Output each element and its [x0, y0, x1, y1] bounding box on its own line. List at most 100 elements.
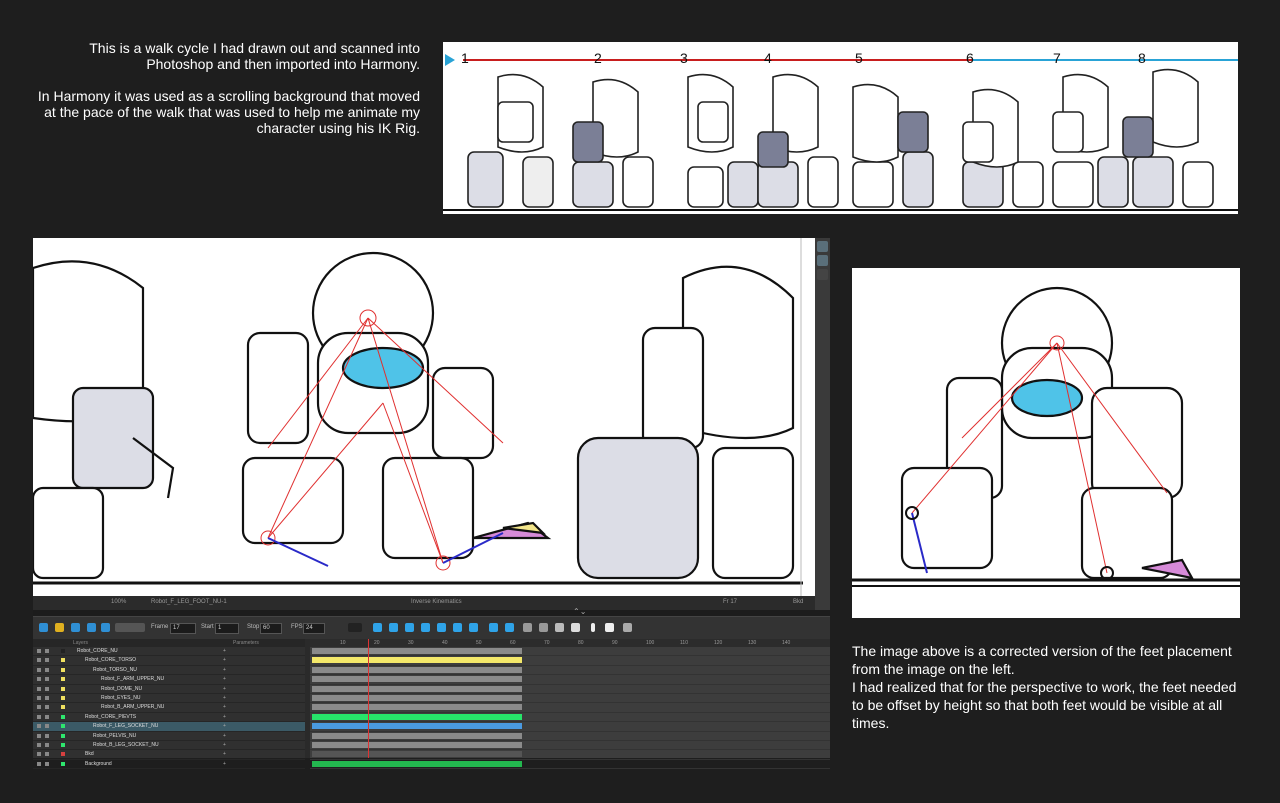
add-parameter-icon[interactable]: + [223, 685, 226, 693]
add-parameter-icon[interactable]: + [223, 694, 226, 702]
layer-row[interactable]: Robot_CORE_PIEVTS + [33, 713, 305, 723]
playback-speed-slider[interactable] [115, 623, 145, 632]
timeline-track[interactable] [310, 685, 830, 694]
layer-color-swatch[interactable] [61, 649, 65, 653]
add-parameter-icon[interactable]: + [223, 732, 226, 740]
exposure-bar[interactable] [312, 723, 522, 730]
exposure-bar[interactable] [312, 648, 522, 654]
add-parameter-icon[interactable]: + [223, 703, 226, 711]
exposure-bar[interactable] [312, 741, 522, 748]
exposure-bar[interactable] [312, 713, 522, 720]
add-parameter-icon[interactable]: + [223, 666, 226, 674]
insert-frame-icon[interactable] [437, 623, 446, 632]
exposure-bar[interactable] [312, 760, 522, 767]
layer-color-swatch[interactable] [61, 733, 65, 738]
layer-row[interactable]: Robot_B_LEG_SOCKET_NU + [33, 741, 305, 751]
visibility-icon[interactable] [37, 667, 41, 672]
add-parameter-icon[interactable]: + [223, 713, 226, 721]
add-parameter-icon[interactable]: + [223, 675, 226, 683]
last-frame-icon[interactable] [101, 623, 110, 632]
marker-icon[interactable] [555, 623, 564, 632]
frame-ruler[interactable]: 10 20 30 40 50 60 70 80 90 100 110 120 130 140 [310, 639, 830, 647]
layer-color-swatch[interactable] [61, 667, 65, 672]
exposure-bar[interactable] [312, 657, 522, 664]
layer-color-swatch[interactable] [61, 658, 65, 663]
add-keyframe-icon[interactable] [373, 623, 382, 632]
visibility-icon[interactable] [37, 752, 41, 757]
visibility-icon[interactable] [37, 714, 41, 719]
timeline-track[interactable] [310, 675, 830, 685]
visibility-icon[interactable] [37, 686, 41, 691]
zoom-level[interactable]: 100% [111, 599, 126, 605]
lock-icon[interactable] [45, 677, 49, 682]
layer-row[interactable]: Background + [33, 760, 305, 770]
exposure-bar[interactable] [312, 751, 522, 758]
layer-row[interactable]: Bkd + [33, 750, 305, 760]
lock-icon[interactable] [45, 742, 49, 747]
layer-color-swatch[interactable] [61, 724, 65, 729]
add-parameter-icon[interactable]: + [223, 760, 226, 768]
exposure-bar[interactable] [312, 694, 522, 701]
play-icon[interactable] [39, 623, 48, 632]
playhead[interactable] [368, 639, 369, 758]
layer-color-swatch[interactable] [61, 695, 65, 700]
layer-row[interactable]: Robot_PELVIS_NU + [33, 732, 305, 741]
layer-row[interactable]: Robot_DOME_NU + [33, 685, 305, 694]
camera-viewport[interactable] [33, 238, 815, 596]
remove-keyframe-icon[interactable] [389, 623, 398, 632]
stop-motion-keyframe-icon[interactable] [421, 623, 430, 632]
expand-icon[interactable] [469, 623, 478, 632]
start-field[interactable]: 1 [215, 623, 239, 634]
lock-icon[interactable] [45, 714, 49, 719]
onion-skin-icon[interactable] [348, 623, 362, 632]
layer-row[interactable]: Robot_B_ARM_UPPER_NU + [33, 703, 305, 713]
visibility-icon[interactable] [37, 733, 41, 738]
visibility-icon[interactable] [37, 742, 41, 747]
timeline-track[interactable] [310, 647, 830, 657]
layer-row[interactable]: Robot_CORE_TORSO + [33, 656, 305, 666]
timeline-track[interactable] [310, 656, 830, 666]
layer-row[interactable]: Robot_TORSO_NU + [33, 666, 305, 676]
motion-keyframe-icon[interactable] [405, 623, 414, 632]
frame-field[interactable]: 17 [170, 623, 196, 634]
layer-color-swatch[interactable] [61, 752, 65, 757]
layer-color-swatch[interactable] [61, 761, 65, 766]
visibility-icon[interactable] [37, 649, 41, 653]
stop-field[interactable]: 60 [260, 623, 282, 634]
thumbnail-icon[interactable] [605, 623, 614, 632]
lock-icon[interactable] [45, 686, 49, 691]
splitter-arrows-icon[interactable]: ⌃⌄ [573, 607, 586, 616]
layer-color-swatch[interactable] [61, 714, 65, 719]
layer-color-swatch[interactable] [61, 705, 65, 710]
visibility-icon[interactable] [37, 761, 41, 766]
lock-icon[interactable] [45, 695, 49, 700]
add-parameter-icon[interactable]: + [223, 750, 226, 758]
lock-icon[interactable] [45, 667, 49, 672]
add-parameter-icon[interactable]: + [223, 741, 226, 749]
timeline-track[interactable] [310, 722, 830, 732]
zoom-icon[interactable] [623, 623, 632, 632]
exposure-bar[interactable] [312, 732, 522, 739]
timeline-track[interactable] [310, 732, 830, 741]
layer-color-swatch[interactable] [61, 742, 65, 747]
visibility-icon[interactable] [37, 724, 41, 729]
add-parameter-icon[interactable]: + [223, 647, 226, 655]
ease-icon[interactable] [453, 623, 462, 632]
sound-icon[interactable] [71, 623, 80, 632]
fill-empty-icon[interactable] [539, 623, 548, 632]
first-frame-icon[interactable] [87, 623, 96, 632]
timeline-track[interactable] [310, 713, 830, 723]
lock-icon[interactable] [45, 761, 49, 766]
exposure-bar[interactable] [312, 676, 522, 683]
settings-icon[interactable] [817, 269, 828, 280]
layer-color-swatch[interactable] [61, 677, 65, 682]
display-icon[interactable] [571, 623, 580, 632]
exposure-bar[interactable] [312, 704, 522, 711]
visibility-icon[interactable] [37, 658, 41, 663]
visibility-icon[interactable] [37, 705, 41, 710]
layer-color-swatch[interactable] [61, 686, 65, 691]
exposure-bar[interactable] [312, 666, 522, 673]
timeline-track[interactable] [310, 666, 830, 676]
timeline-panel[interactable]: 10 20 30 40 50 60 70 80 90 100 110 120 130 140 [310, 639, 830, 770]
lock-icon[interactable] [45, 658, 49, 663]
